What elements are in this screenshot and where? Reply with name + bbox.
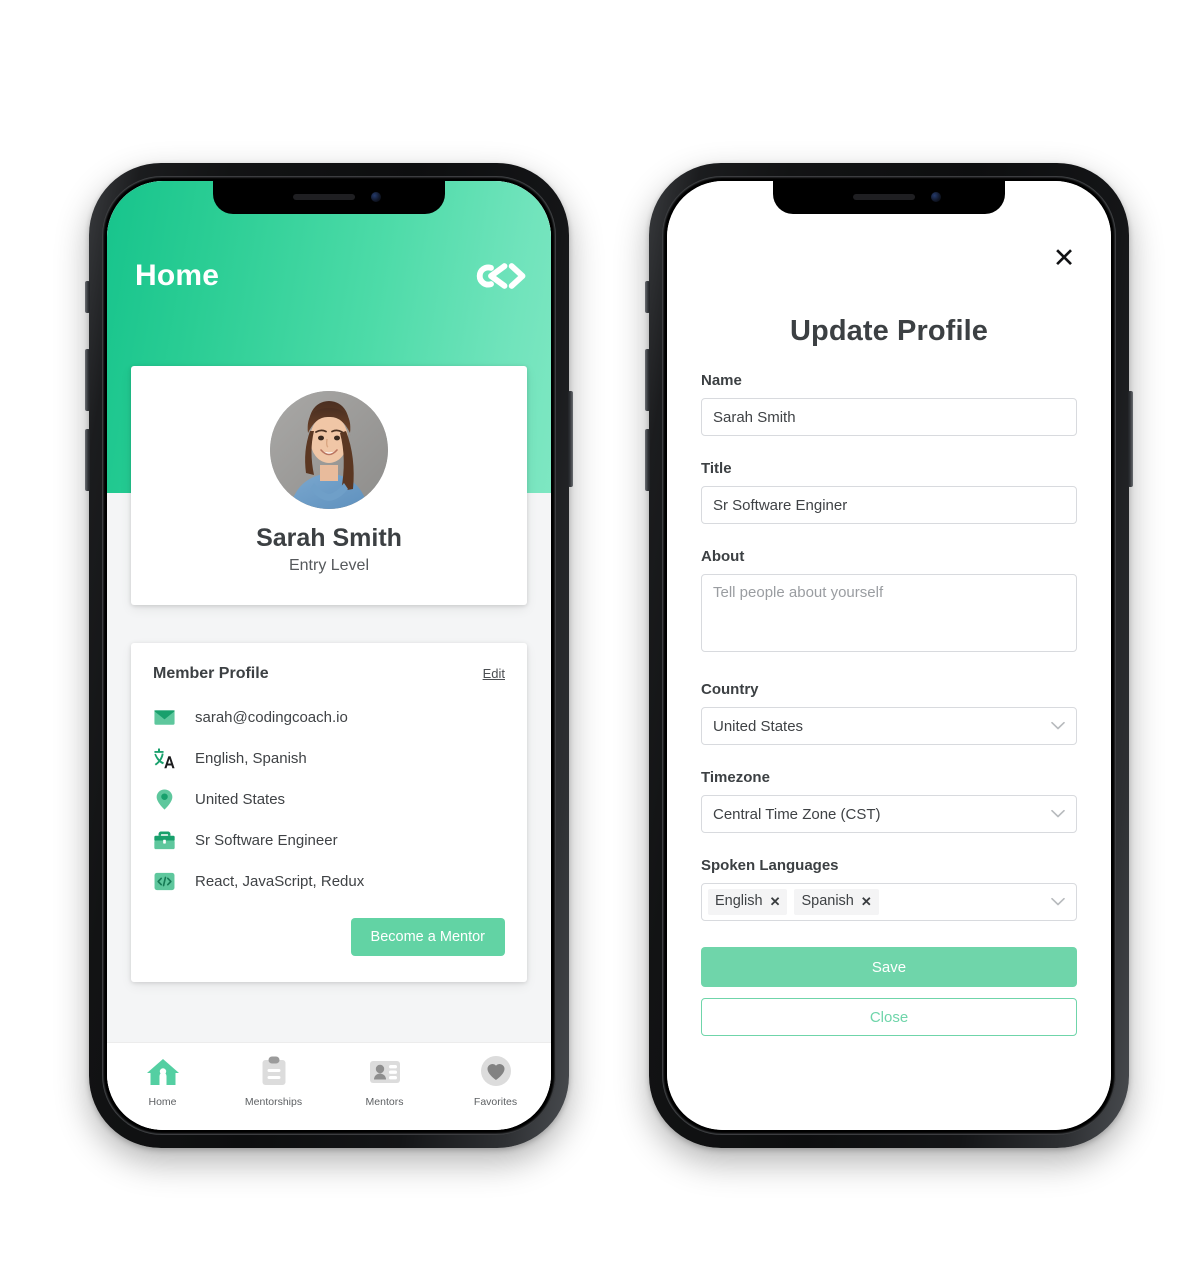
briefcase-icon xyxy=(154,831,175,850)
tab-label-favorites: Favorites xyxy=(473,1096,518,1108)
front-camera-2 xyxy=(931,192,941,202)
volume-down-button-2[interactable] xyxy=(645,429,650,491)
info-text-skills: React, JavaScript, Redux xyxy=(195,873,365,890)
info-row-title: Sr Software Engineer xyxy=(153,820,505,861)
tab-home[interactable]: Home xyxy=(107,1054,218,1108)
info-text-languages: English, Spanish xyxy=(195,750,307,767)
remove-chip-icon[interactable]: ✕ xyxy=(861,892,872,912)
member-profile-card: Member Profile Edit sarah@codingcoach.io xyxy=(131,643,527,982)
close-icon[interactable]: ✕ xyxy=(1049,243,1079,273)
country-select[interactable]: United States xyxy=(701,707,1077,745)
profile-name: Sarah Smith xyxy=(256,524,402,552)
remove-chip-icon[interactable]: ✕ xyxy=(770,892,781,912)
become-mentor-row: Become a Mentor xyxy=(153,918,505,956)
info-row-skills: React, JavaScript, Redux xyxy=(153,861,505,902)
field-timezone: Timezone Central Time Zone (CST) xyxy=(701,769,1077,833)
phone-notch-2 xyxy=(773,181,1005,214)
language-chip[interactable]: English ✕ xyxy=(708,889,788,915)
language-chip-label: Spanish xyxy=(801,893,854,910)
translate-icon xyxy=(154,748,175,769)
update-profile-form: ✕ Update Profile Name Title About xyxy=(667,181,1111,1130)
profile-card: Sarah Smith Entry Level xyxy=(131,366,527,605)
timezone-select[interactable]: Central Time Zone (CST) xyxy=(701,795,1077,833)
location-pin-icon xyxy=(156,789,173,810)
language-chip[interactable]: Spanish ✕ xyxy=(794,889,879,915)
tab-label-mentors: Mentors xyxy=(365,1096,404,1108)
mute-switch-button[interactable] xyxy=(85,281,90,313)
save-button[interactable]: Save xyxy=(701,947,1077,987)
profile-level: Entry Level xyxy=(288,557,370,574)
about-textarea[interactable] xyxy=(701,574,1077,652)
label-country: Country xyxy=(701,681,759,698)
phone-screen-update-profile: ✕ Update Profile Name Title About xyxy=(667,181,1111,1130)
info-row-country: United States xyxy=(153,779,505,820)
member-profile-header: Member Profile Edit xyxy=(153,665,505,683)
contact-card-icon xyxy=(369,1061,400,1083)
field-country: Country United States xyxy=(701,681,1077,745)
phone-mockup-update-profile: ✕ Update Profile Name Title About xyxy=(645,163,1133,1148)
label-about: About xyxy=(701,548,745,565)
field-title: Title xyxy=(701,460,1077,524)
app-header: Home xyxy=(107,253,551,299)
close-button[interactable]: Close xyxy=(701,998,1077,1036)
volume-up-button[interactable] xyxy=(85,349,90,411)
envelope-icon xyxy=(154,710,175,725)
front-camera xyxy=(371,192,381,202)
code-brackets-icon xyxy=(154,872,175,891)
page-title: Home xyxy=(135,259,220,292)
heart-icon xyxy=(480,1056,511,1086)
edit-profile-link[interactable]: Edit xyxy=(483,666,505,681)
info-text-title: Sr Software Engineer xyxy=(195,832,338,849)
earpiece-speaker-2 xyxy=(853,194,916,200)
user-avatar-photo-icon xyxy=(270,391,388,509)
tab-mentors[interactable]: Mentors xyxy=(329,1054,440,1108)
field-about: About xyxy=(701,548,1077,657)
tab-favorites[interactable]: Favorites xyxy=(440,1054,551,1108)
info-text-country: United States xyxy=(195,791,286,808)
volume-down-button[interactable] xyxy=(85,429,90,491)
screenshot-stage: Home Sarah Smith Entry Level Member Prof… xyxy=(0,0,1200,1275)
info-text-email: sarah@codingcoach.io xyxy=(195,709,348,726)
codingcoach-brackets-logo-icon[interactable] xyxy=(473,259,527,293)
avatar xyxy=(270,391,388,509)
country-select-wrap: United States xyxy=(701,707,1077,745)
label-languages: Spoken Languages xyxy=(701,857,839,874)
title-input[interactable] xyxy=(701,486,1077,524)
info-row-languages: English, Spanish xyxy=(153,738,505,779)
language-chip-label: English xyxy=(715,893,763,910)
phone-bezel: Home Sarah Smith Entry Level Member Prof… xyxy=(102,176,556,1135)
tab-label-home: Home xyxy=(148,1096,177,1108)
label-timezone: Timezone xyxy=(701,769,770,786)
bottom-tab-bar: Home Mentorships Mentors Favorites xyxy=(107,1042,551,1130)
earpiece-speaker xyxy=(293,194,356,200)
power-button[interactable] xyxy=(568,391,573,487)
label-title: Title xyxy=(701,460,732,477)
mute-switch-button-2[interactable] xyxy=(645,281,650,313)
member-profile-heading: Member Profile xyxy=(153,665,269,682)
languages-select-wrap: English ✕ Spanish ✕ xyxy=(701,883,1077,921)
become-mentor-button[interactable]: Become a Mentor xyxy=(350,918,505,956)
field-name: Name xyxy=(701,372,1077,436)
info-row-email: sarah@codingcoach.io xyxy=(153,697,505,738)
name-input[interactable] xyxy=(701,398,1077,436)
phone-mockup-home: Home Sarah Smith Entry Level Member Prof… xyxy=(85,163,573,1148)
phone-screen-home: Home Sarah Smith Entry Level Member Prof… xyxy=(107,181,551,1130)
languages-multiselect[interactable]: English ✕ Spanish ✕ xyxy=(701,883,1077,921)
tab-label-mentorships: Mentorships xyxy=(244,1096,303,1108)
volume-up-button-2[interactable] xyxy=(645,349,650,411)
timezone-select-wrap: Central Time Zone (CST) xyxy=(701,795,1077,833)
phone-notch xyxy=(213,181,445,214)
power-button-2[interactable] xyxy=(1128,391,1133,487)
home-screen-content: Home Sarah Smith Entry Level Member Prof… xyxy=(107,181,551,1130)
field-languages: Spoken Languages English ✕ Spanish ✕ xyxy=(701,857,1077,921)
label-name: Name xyxy=(701,372,742,389)
clipboard-icon xyxy=(262,1056,285,1085)
tab-mentorships[interactable]: Mentorships xyxy=(218,1054,329,1108)
home-icon xyxy=(146,1059,179,1085)
phone-bezel-2: ✕ Update Profile Name Title About xyxy=(662,176,1116,1135)
